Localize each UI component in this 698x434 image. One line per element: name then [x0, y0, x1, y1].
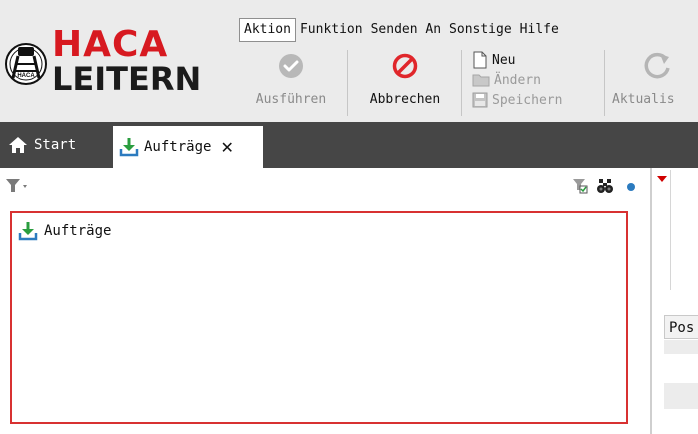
menu-aktion[interactable]: Aktion — [239, 18, 296, 42]
execute-button[interactable]: Ausführen — [240, 50, 342, 116]
tab-start-label: Start — [34, 137, 77, 153]
new-label: Neu — [492, 52, 516, 68]
download-icon — [18, 222, 38, 241]
tab-auftraege-label: Aufträge — [144, 139, 212, 155]
save-icon — [472, 92, 488, 108]
logo-badge-text: HACA — [17, 73, 35, 79]
logo-line-2: LEITERN — [52, 60, 201, 98]
haca-logo: HACA HACA LEITERN — [5, 24, 201, 98]
refresh-label: Aktualis — [612, 92, 675, 107]
binoculars-icon[interactable] — [596, 178, 614, 194]
column-header-pos[interactable]: Pos — [664, 315, 698, 339]
check-icon — [279, 54, 303, 78]
edit-button[interactable]: Ändern — [472, 70, 598, 90]
folder-icon — [472, 74, 490, 87]
menu-bar: Aktion Funktion Senden An Sonstige Hilfe — [239, 18, 563, 42]
menu-sonstige[interactable]: Sonstige — [445, 19, 516, 41]
menu-hilfe[interactable]: Hilfe — [516, 19, 563, 41]
collapse-marker-icon[interactable] — [657, 176, 667, 182]
cancel-label: Abbrechen — [369, 92, 441, 107]
orders-tree: Aufträge — [10, 211, 628, 424]
right-divider — [670, 170, 671, 290]
filter-icon[interactable] — [5, 178, 29, 194]
tree-item-label: Aufträge — [44, 223, 112, 239]
panel-toolbar — [0, 168, 650, 208]
execute-label: Ausführen — [255, 92, 327, 107]
save-label: Speichern — [492, 92, 563, 108]
home-icon — [9, 137, 27, 153]
dot-icon[interactable] — [626, 182, 636, 192]
logo-line-1: HACA — [52, 24, 168, 65]
toolbar-separator — [461, 50, 462, 116]
toolbar-separator — [347, 50, 348, 116]
save-button[interactable]: Speichern — [472, 90, 598, 110]
prohibited-icon — [392, 53, 418, 79]
table-row[interactable] — [664, 340, 698, 354]
new-document-icon — [473, 51, 487, 69]
refresh-icon — [644, 52, 670, 79]
download-icon — [119, 138, 139, 157]
table-row[interactable] — [664, 383, 698, 409]
refresh-button[interactable]: Aktualis — [612, 50, 698, 116]
edit-label: Ändern — [494, 72, 541, 88]
toolbar-separator — [604, 50, 605, 116]
new-button[interactable]: Neu — [472, 50, 598, 70]
tab-start[interactable]: Start — [8, 133, 76, 157]
tree-item-auftraege[interactable]: Aufträge — [18, 221, 111, 241]
document-actions: Neu Ändern Speichern — [472, 50, 598, 110]
tab-auftraege[interactable]: Aufträge ✕ — [113, 126, 263, 168]
filter-check-icon[interactable] — [572, 178, 588, 194]
menu-funktion[interactable]: Funktion — [296, 19, 367, 41]
cancel-button[interactable]: Abbrechen — [352, 50, 458, 116]
tab-bar — [0, 122, 698, 168]
tab-close-button[interactable]: ✕ — [220, 138, 233, 157]
menu-senden-an[interactable]: Senden An — [367, 19, 445, 41]
